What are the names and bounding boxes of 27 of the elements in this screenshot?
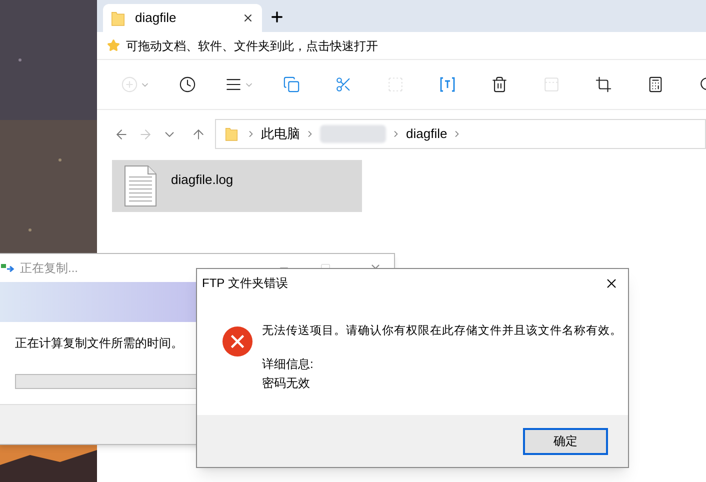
close-icon[interactable] — [242, 12, 254, 24]
up-icon — [190, 126, 206, 142]
file-name: diagfile.log — [171, 171, 234, 189]
dialog-title: FTP 文件夹错误 — [202, 275, 289, 292]
back-icon — [114, 126, 128, 142]
blurred-area — [320, 125, 386, 143]
address-bar[interactable]: 此电脑 diagfile — [215, 119, 706, 149]
error-message: 无法传送项目。请确认你有权限在此存储文件并且该文件名称有效。 — [262, 323, 622, 339]
dialog-title: 正在复制... — [20, 260, 80, 277]
ok-button[interactable]: 确定 — [523, 428, 608, 454]
star-icon — [107, 39, 120, 52]
tab-title: diagfile — [135, 9, 178, 28]
details-label: 详细信息: — [262, 356, 314, 374]
copy-status-text: 正在计算复制文件所需的时间。 — [15, 335, 183, 352]
breadcrumb-item[interactable]: diagfile — [406, 124, 448, 144]
details-text: 密码无效 — [262, 375, 311, 392]
breadcrumb-item[interactable]: 此电脑 — [261, 124, 300, 144]
folder-icon — [111, 10, 125, 26]
error-icon — [222, 326, 253, 357]
forward-icon — [138, 126, 152, 142]
file-item[interactable]: diagfile.log — [112, 160, 362, 212]
document-icon — [124, 165, 157, 207]
tab[interactable]: diagfile — [103, 4, 262, 32]
favorites-hint: 可拖动文档、软件、文件夹到此，点击快速打开 — [126, 38, 378, 54]
new-tab-icon[interactable] — [269, 9, 285, 25]
folder-icon — [225, 126, 238, 142]
copy-progress-icon — [1, 262, 15, 274]
